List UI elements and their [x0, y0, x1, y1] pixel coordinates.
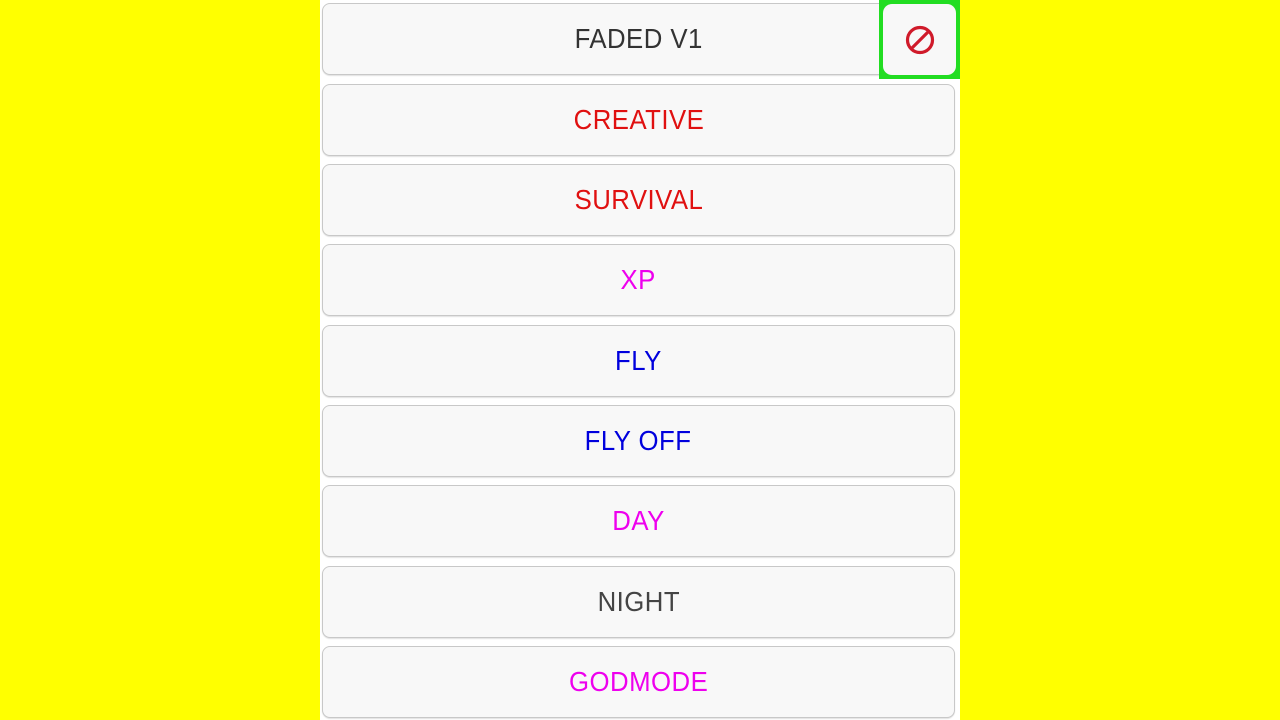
- night-label: NIGHT: [597, 586, 680, 617]
- creative-button[interactable]: CREATIVE: [322, 84, 955, 156]
- fly-off-button[interactable]: FLY OFF: [322, 405, 955, 477]
- xp-label: XP: [620, 264, 657, 295]
- fly-button[interactable]: FLY: [322, 325, 955, 397]
- survival-label: SURVIVAL: [574, 184, 703, 215]
- godmode-button[interactable]: GODMODE: [322, 646, 955, 718]
- day-label: DAY: [612, 505, 665, 536]
- close-button[interactable]: [883, 4, 956, 75]
- fly-label: FLY: [615, 345, 662, 376]
- creative-label: CREATIVE: [573, 104, 704, 135]
- fly-off-label: FLY OFF: [585, 425, 692, 456]
- close-button-highlight: [879, 0, 960, 79]
- xp-button[interactable]: XP: [322, 244, 955, 316]
- menu-title-button[interactable]: FADED V1: [322, 3, 955, 75]
- menu-title: FADED V1: [574, 23, 703, 54]
- survival-button[interactable]: SURVIVAL: [322, 164, 955, 236]
- prohibited-icon: [905, 25, 934, 54]
- night-button[interactable]: NIGHT: [322, 566, 955, 638]
- day-button[interactable]: DAY: [322, 485, 955, 557]
- mod-menu-panel: FADED V1 CREATIVE SURVIVAL XP FLY FLY OF…: [320, 0, 960, 720]
- godmode-label: GODMODE: [568, 666, 709, 697]
